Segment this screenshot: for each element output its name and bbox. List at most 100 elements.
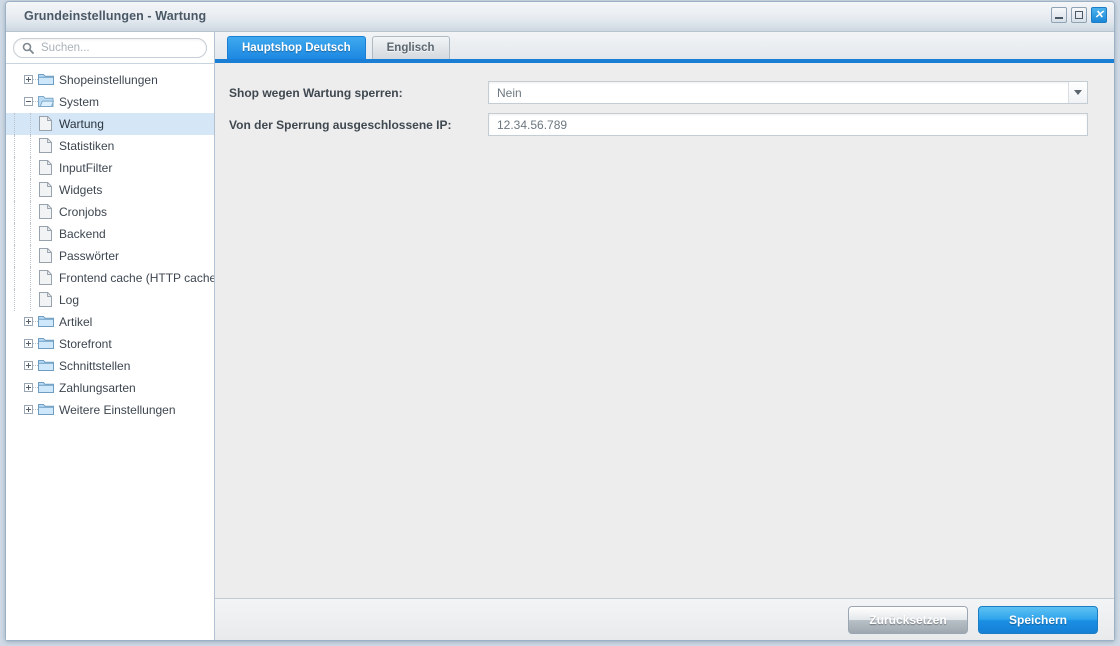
tree-item-statistiken[interactable]: Statistiken [6, 135, 214, 157]
navigation-tree: Shopeinstellungen System Wartung Statistike… [6, 64, 214, 640]
folder-icon [38, 72, 54, 88]
tree-item-label: Log [59, 293, 80, 307]
tree-item-passw-rter[interactable]: Passwörter [6, 245, 214, 267]
folder-icon [38, 336, 54, 352]
minimize-button[interactable] [1051, 7, 1067, 23]
tree-indent [6, 135, 22, 157]
save-button[interactable]: Speichern [978, 605, 1098, 634]
application-window: Grundeinstellungen - Wartung ✕ Shopeinst… [5, 1, 1115, 641]
window-body: Shopeinstellungen System Wartung Statistike… [6, 32, 1114, 640]
maintenance-lock-value[interactable] [489, 82, 1068, 103]
search-box[interactable] [13, 37, 207, 58]
folder-icon [38, 358, 54, 374]
minimize-icon [1055, 17, 1063, 19]
tree-indent [6, 179, 22, 201]
tree-item-zahlungsarten[interactable]: Zahlungsarten [6, 377, 214, 399]
tree-item-shopeinstellungen[interactable]: Shopeinstellungen [6, 69, 214, 91]
tree-item-schnittstellen[interactable]: Schnittstellen [6, 355, 214, 377]
tree-item-label: Wartung [59, 117, 104, 131]
expand-icon[interactable] [22, 399, 38, 421]
page-icon [39, 182, 53, 198]
page-icon [39, 138, 53, 154]
tree-indent [22, 135, 38, 157]
folder-icon [38, 380, 54, 396]
tree-indent [22, 179, 38, 201]
tree-item-label: Shopeinstellungen [59, 73, 158, 87]
expand-icon[interactable] [22, 69, 38, 91]
tree-item-weitere-einstellungen[interactable]: Weitere Einstellungen [6, 399, 214, 421]
tree-item-wartung[interactable]: Wartung [6, 113, 214, 135]
expand-icon[interactable] [22, 311, 38, 333]
tree-indent [6, 289, 22, 311]
tree-indent [6, 157, 22, 179]
field-label: Shop wegen Wartung sperren: [229, 85, 403, 100]
tree-item-cronjobs[interactable]: Cronjobs [6, 201, 214, 223]
tree-item-label: Storefront [59, 337, 112, 351]
tree-indent [6, 113, 22, 135]
tree-item-system[interactable]: System [6, 91, 214, 113]
close-button[interactable]: ✕ [1091, 7, 1107, 23]
tree-indent [22, 113, 38, 135]
chevron-down-icon[interactable] [1068, 82, 1087, 103]
page-icon [39, 160, 53, 176]
tree-indent [6, 245, 22, 267]
tree-item-storefront[interactable]: Storefront [6, 333, 214, 355]
window-controls: ✕ [1051, 7, 1107, 23]
tree-item-label: Frontend cache (HTTP cache) [59, 271, 214, 285]
field-label: Von der Sperrung ausgeschlossene IP: [229, 117, 452, 132]
expand-icon[interactable] [22, 333, 38, 355]
tree-indent [22, 245, 38, 267]
maximize-button[interactable] [1071, 7, 1087, 23]
page-icon [39, 116, 53, 132]
expand-icon[interactable] [22, 355, 38, 377]
tree-indent [22, 223, 38, 245]
page-icon [39, 248, 53, 264]
excluded-ip-input[interactable] [489, 114, 1087, 135]
tree-item-label: Schnittstellen [59, 359, 131, 373]
tree-item-backend[interactable]: Backend [6, 223, 214, 245]
search-bar [6, 32, 214, 64]
tree-item-log[interactable]: Log [6, 289, 214, 311]
tree-item-inputfilter[interactable]: InputFilter [6, 157, 214, 179]
search-icon [22, 42, 34, 54]
tree-indent [22, 289, 38, 311]
collapse-icon[interactable] [22, 91, 38, 113]
tree-item-label: Weitere Einstellungen [59, 403, 176, 417]
tab-englisch[interactable]: Englisch [371, 36, 450, 59]
title-bar: Grundeinstellungen - Wartung ✕ [6, 2, 1114, 32]
tree-indent [6, 201, 22, 223]
search-input[interactable] [39, 40, 198, 55]
tree-item-artikel[interactable]: Artikel [6, 311, 214, 333]
tree-item-frontend-cache-http-cache[interactable]: Frontend cache (HTTP cache) [6, 267, 214, 289]
tree-indent [22, 157, 38, 179]
tree-indent [22, 201, 38, 223]
tab-strip: Hauptshop Deutsch Englisch [215, 32, 1114, 63]
page-icon [39, 270, 53, 286]
tree-indent [6, 223, 22, 245]
settings-form: Shop wegen Wartung sperren: Von der Sperr… [215, 63, 1114, 598]
tree-item-widgets[interactable]: Widgets [6, 179, 214, 201]
tree-item-label: InputFilter [59, 161, 113, 175]
tree-item-label: Widgets [59, 183, 103, 197]
tree-item-label: Cronjobs [59, 205, 108, 219]
tree-indent [6, 267, 22, 289]
tab-hauptshop-deutsch[interactable]: Hauptshop Deutsch [227, 36, 366, 59]
tree-item-label: Statistiken [59, 139, 115, 153]
window-title: Grundeinstellungen - Wartung [24, 9, 207, 23]
reset-button[interactable]: Zurücksetzen [848, 605, 968, 634]
tree-item-label: Passwörter [59, 249, 120, 263]
maintenance-lock-select[interactable] [488, 81, 1088, 104]
form-row: Shop wegen Wartung sperren: [223, 81, 1088, 104]
tree-indent [22, 267, 38, 289]
page-icon [39, 204, 53, 220]
tree-item-label: Backend [59, 227, 106, 241]
folder-icon [38, 94, 54, 110]
expand-icon[interactable] [22, 377, 38, 399]
excluded-ip-input-wrapper[interactable] [488, 113, 1088, 136]
folder-icon [38, 314, 54, 330]
